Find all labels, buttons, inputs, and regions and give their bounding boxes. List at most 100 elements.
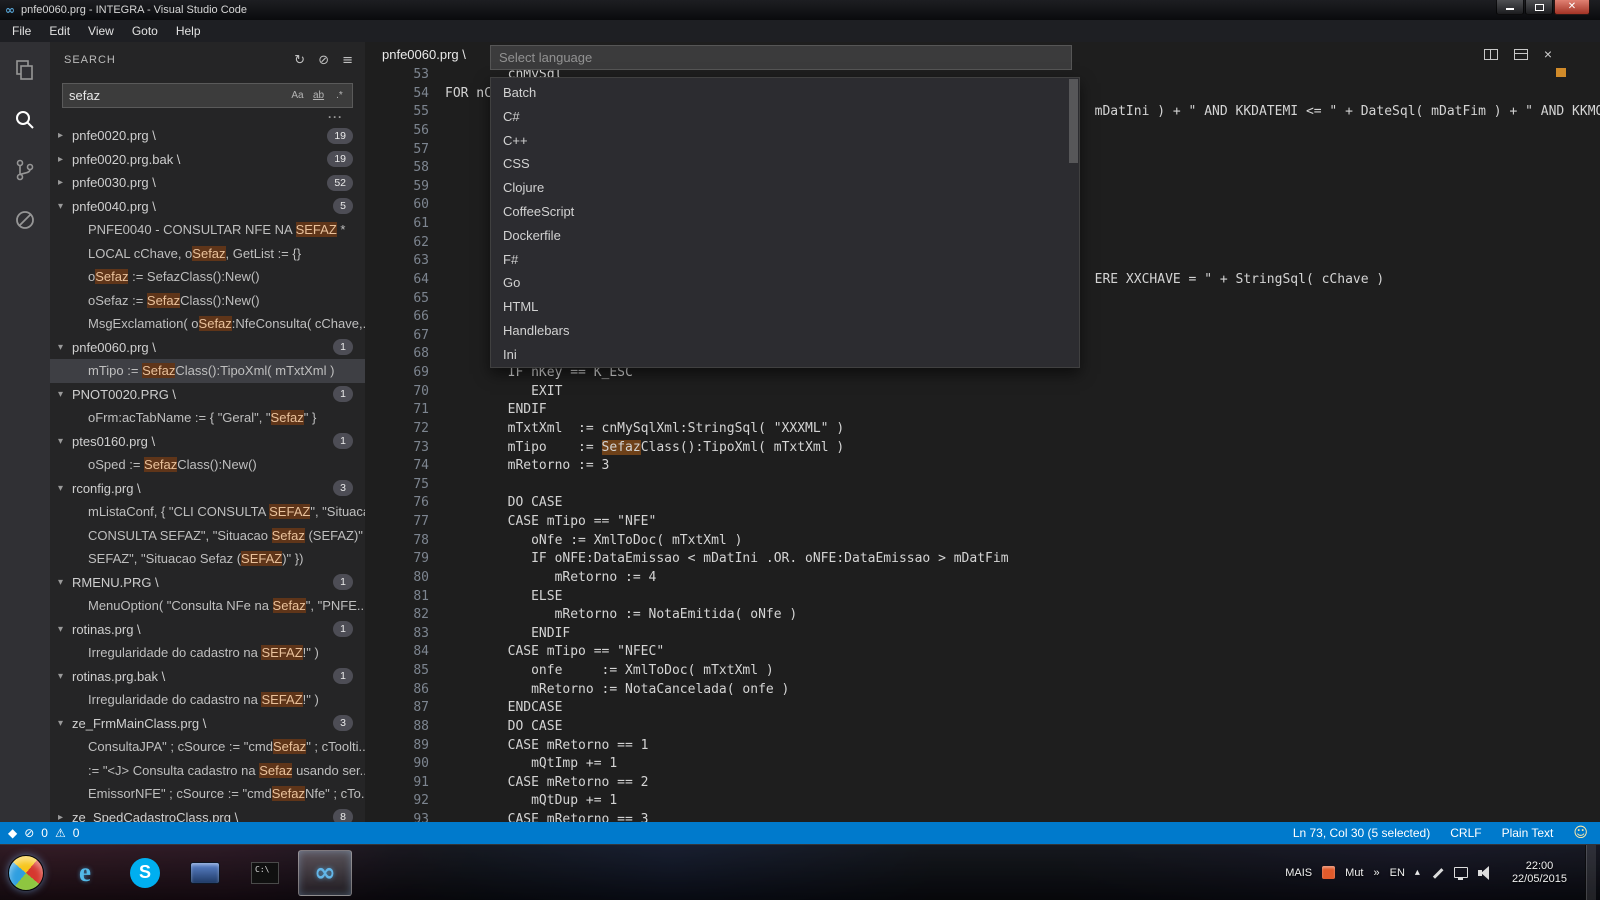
chevron-down-icon[interactable]: ▾ [58,430,63,454]
refresh-icon[interactable]: ↻ [294,53,305,68]
search-match-row[interactable]: PNFE0040 - CONSULTAR NFE NA SEFAZ * [50,218,365,242]
eol-indicator[interactable]: CRLF [1450,826,1481,840]
search-file-row[interactable]: ▸pnfe0030.prg \52 [50,171,365,195]
search-match-row[interactable]: oFrm:acTabName := { "Geral", "Sefaz" } [50,406,365,430]
code-line[interactable]: 87 ENDCASE [365,699,1600,718]
warnings-icon[interactable]: ⚠ [55,826,66,840]
search-match-row[interactable]: mListaConf, { "CLI CONSULTA SEFAZ", "Sit… [50,500,365,524]
language-option-go[interactable]: Go [491,271,1079,295]
code-line[interactable]: 90 mQtImp += 1 [365,755,1600,774]
volume-icon[interactable] [1478,866,1494,880]
search-file-row[interactable]: ▾PNOT0020.PRG \1 [50,383,365,407]
code-line[interactable]: 88 DO CASE [365,718,1600,737]
search-file-row[interactable]: ▸pnfe0020.prg.bak \19 [50,148,365,172]
open-to-side-icon[interactable] [1514,49,1528,60]
errors-icon[interactable]: ⊘ [24,826,34,840]
code-line[interactable]: 74 mRetorno := 3 [365,457,1600,476]
quick-pick-scrollbar[interactable] [1069,79,1078,163]
chevron-down-icon[interactable]: ▾ [58,571,63,595]
language-option-clojure[interactable]: Clojure [491,176,1079,200]
code-line[interactable]: 89 CASE mRetorno == 1 [365,737,1600,756]
search-match-row[interactable]: Irregularidade do cadastro na SEFAZ!" ) [50,688,365,712]
code-line[interactable]: 92 mQtDup += 1 [365,792,1600,811]
code-line[interactable]: 91 CASE mRetorno == 2 [365,774,1600,793]
explorer-icon[interactable] [11,56,39,84]
minimize-button[interactable] [1496,0,1524,15]
search-file-row[interactable]: ▾pnfe0040.prg \5 [50,195,365,219]
code-line[interactable]: 82 mRetorno := NotaEmitida( oNfe ) [365,606,1600,625]
tray-mut-label[interactable]: Mut [1345,867,1363,879]
split-editor-icon[interactable] [1484,49,1498,60]
code-line[interactable]: 79 IF oNFE:DataEmissao < mDatIni .OR. oN… [365,550,1600,569]
language-option-dockerfile[interactable]: Dockerfile [491,224,1079,248]
search-match-row[interactable]: LOCAL cChave, oSefaz, GetList := {} [50,242,365,266]
code-line[interactable]: 73 mTipo := SefazClass():TipoXml( mTxtXm… [365,439,1600,458]
tray-more-label[interactable]: MAIS [1285,867,1312,879]
show-hidden-icons[interactable]: ▴ [1415,867,1420,878]
close-editor-icon[interactable]: × [1544,49,1552,60]
tray-alert-icon[interactable] [1322,866,1335,879]
chevron-down-icon[interactable]: ▾ [58,383,63,407]
search-file-row[interactable]: ▾ptes0160.prg \1 [50,430,365,454]
quick-pick-input[interactable] [490,45,1072,70]
search-match-row[interactable]: oSefaz := SefazClass():New() [50,289,365,313]
language-option-f-[interactable]: F# [491,248,1079,272]
language-indicator[interactable]: EN [1390,867,1405,879]
debug-icon[interactable] [11,206,39,234]
code-line[interactable]: 70 EXIT [365,383,1600,402]
taskbar-cmd-button[interactable]: C:\ [238,850,292,896]
warning-count[interactable]: 0 [73,826,80,840]
match-case-toggle[interactable]: Aa [289,87,306,104]
language-mode[interactable]: Plain Text [1502,826,1554,840]
cursor-position[interactable]: Ln 73, Col 30 (5 selected) [1293,826,1430,840]
toggle-search-details-button[interactable]: ··· [328,110,343,124]
code-line[interactable]: 80 mRetorno := 4 [365,569,1600,588]
pen-input-icon[interactable] [1430,866,1444,880]
git-branch-icon[interactable] [11,156,39,184]
search-icon[interactable] [11,106,39,134]
code-line[interactable]: 78 oNfe := XmlToDoc( mTxtXml ) [365,532,1600,551]
search-input[interactable] [63,88,289,103]
code-line[interactable]: 85 onfe := XmlToDoc( mTxtXml ) [365,662,1600,681]
code-line[interactable]: 76 DO CASE [365,494,1600,513]
language-option-c-[interactable]: C++ [491,129,1079,153]
search-match-row[interactable]: mTipo := SefazClass():TipoXml( mTxtXml ) [50,359,365,383]
language-option-coffeescript[interactable]: CoffeeScript [491,200,1079,224]
language-option-batch[interactable]: Batch [491,81,1079,105]
taskbar-skype-button[interactable]: S [118,850,172,896]
chevron-right-icon[interactable]: ▸ [58,806,63,823]
chevron-right-icon[interactable]: ▸ [58,124,63,148]
editor-tab[interactable]: pnfe0060.prg \ [382,42,466,68]
search-file-row[interactable]: ▾rotinas.prg \1 [50,618,365,642]
search-match-row[interactable]: MsgExclamation( oSefaz:NfeConsulta( cCha… [50,312,365,336]
whole-word-toggle[interactable]: ab [310,87,327,104]
menu-item-help[interactable]: Help [167,20,210,42]
tray-chevron[interactable]: » [1374,867,1380,879]
chevron-down-icon[interactable]: ▾ [58,336,63,360]
code-line[interactable]: 72 mTxtXml := cnMySqlXml:StringSql( "XXX… [365,420,1600,439]
code-line[interactable]: 77 CASE mTipo == "NFE" [365,513,1600,532]
code-line[interactable]: 81 ELSE [365,588,1600,607]
search-match-row[interactable]: Irregularidade do cadastro na SEFAZ!" ) [50,641,365,665]
menu-item-edit[interactable]: Edit [40,20,79,42]
language-option-css[interactable]: CSS [491,152,1079,176]
search-file-row[interactable]: ▾RMENU.PRG \1 [50,571,365,595]
close-window-button[interactable]: ✕ [1554,0,1590,15]
chevron-down-icon[interactable]: ▾ [58,665,63,689]
taskbar-ie-button[interactable]: e [58,850,112,896]
search-match-row[interactable]: oSped := SefazClass():New() [50,453,365,477]
taskbar-vscode-button[interactable]: ∞ [298,850,352,896]
search-match-row[interactable]: CONSULTA SEFAZ", "Situacao Sefaz (SEFAZ)… [50,524,365,548]
search-file-row[interactable]: ▸pnfe0020.prg \19 [50,124,365,148]
taskbar-app-button[interactable] [178,850,232,896]
search-file-row[interactable]: ▾ze_FrmMainClass.prg \3 [50,712,365,736]
search-match-row[interactable]: SEFAZ", "Situacao Sefaz (SEFAZ)" }) [50,547,365,571]
language-option-c-[interactable]: C# [491,105,1079,129]
chevron-right-icon[interactable]: ▸ [58,171,63,195]
search-file-row[interactable]: ▾rotinas.prg.bak \1 [50,665,365,689]
menu-item-goto[interactable]: Goto [123,20,167,42]
code-line[interactable]: 84 CASE mTipo == "NFEC" [365,643,1600,662]
start-button[interactable] [8,855,44,891]
code-line[interactable]: 83 ENDIF [365,625,1600,644]
collapse-all-icon[interactable]: ≡ [342,53,353,68]
